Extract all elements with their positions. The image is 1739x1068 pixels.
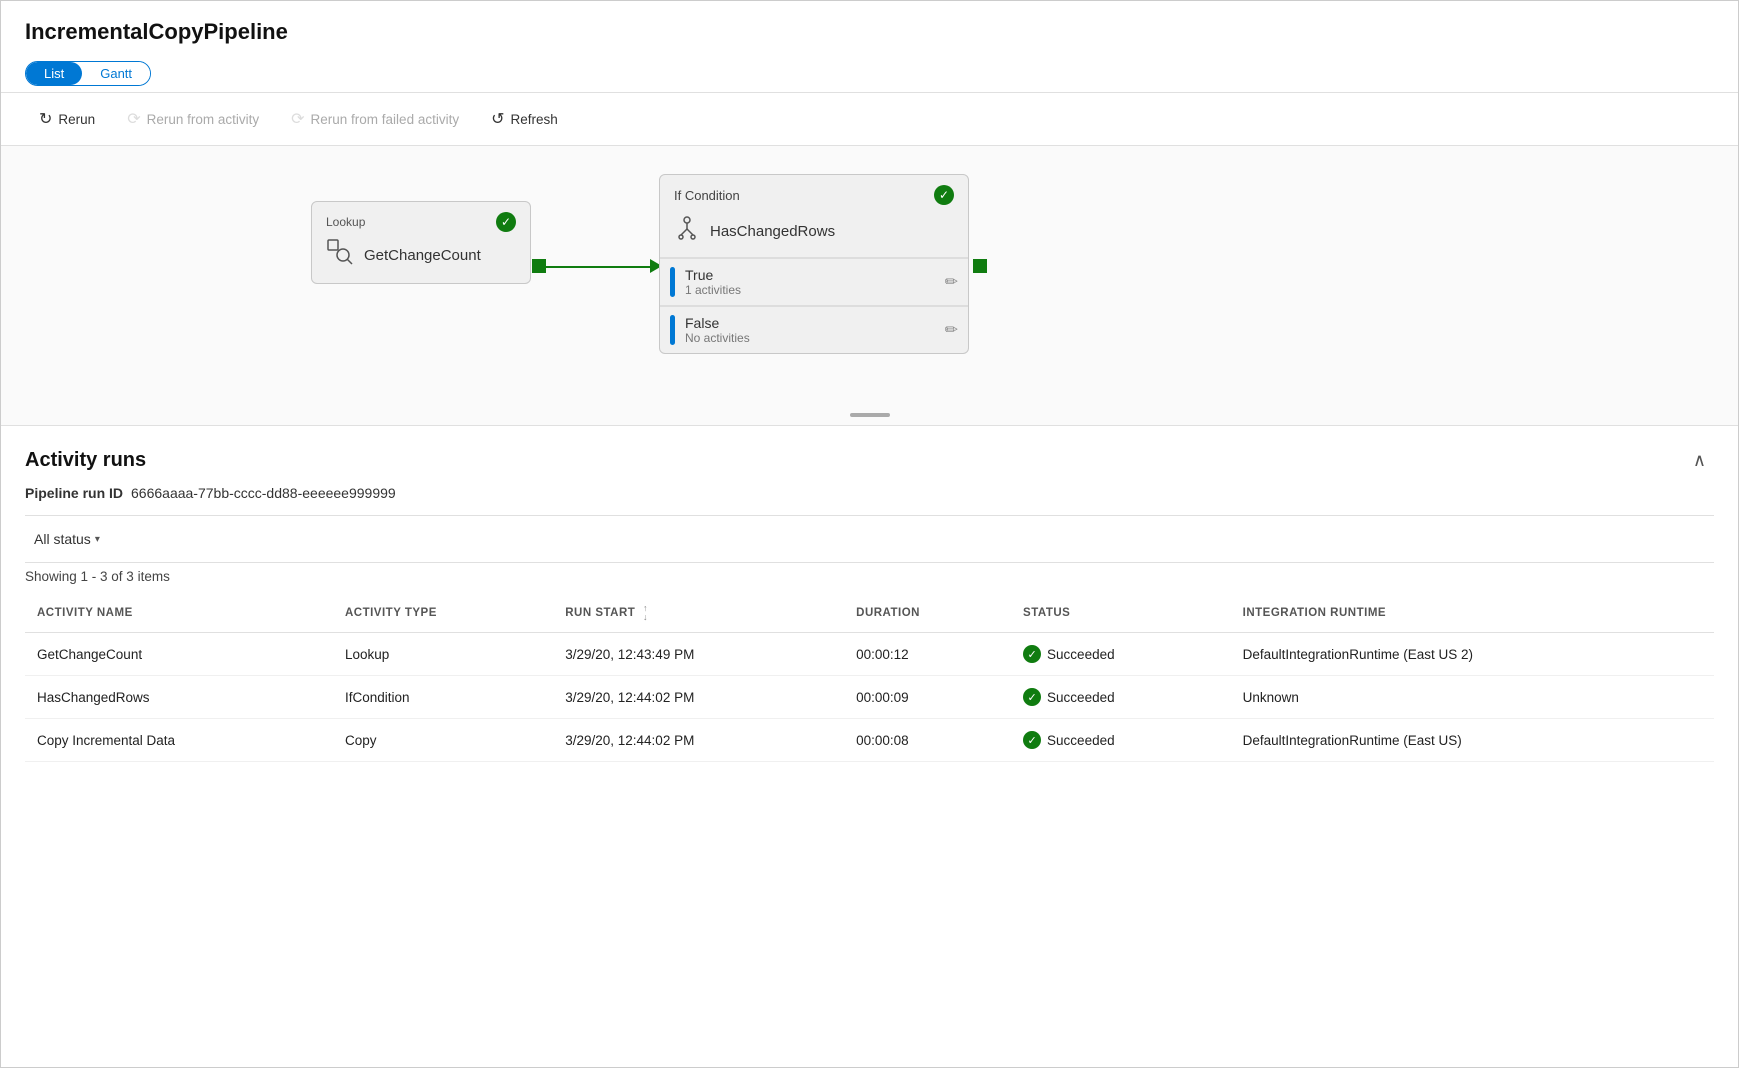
chevron-down-icon: ▾: [95, 534, 100, 545]
if-node-type: If Condition: [674, 188, 740, 203]
items-count: Showing 1 - 3 of 3 items: [25, 563, 1714, 594]
true-branch-content: True 1 activities: [685, 259, 935, 305]
rerun-label: Rerun: [58, 112, 95, 127]
col-integration-runtime: INTEGRATION RUNTIME: [1231, 594, 1714, 633]
col-status: STATUS: [1011, 594, 1231, 633]
cell-duration: 00:00:09: [844, 676, 1011, 719]
connector-left-square: [532, 259, 546, 273]
status-success-icon: ✓: [1023, 645, 1041, 663]
col-activity-type: ACTIVITY TYPE: [333, 594, 553, 633]
cell-runtime: DefaultIntegrationRuntime (East US 2): [1231, 633, 1714, 676]
lookup-success-badge: ✓: [496, 212, 516, 232]
lookup-node-type: Lookup: [326, 215, 365, 229]
if-node-name: HasChangedRows: [710, 223, 835, 240]
status-filter-dropdown[interactable]: All status ▾: [25, 526, 109, 552]
refresh-label: Refresh: [511, 112, 558, 127]
status-label: Succeeded: [1047, 690, 1115, 705]
refresh-icon: ↺: [491, 109, 504, 129]
list-toggle-btn[interactable]: List: [26, 62, 82, 85]
run-id-label: Pipeline run ID: [25, 485, 123, 501]
toolbar: ↻ Rerun ⟳ Rerun from activity ⟳ Rerun fr…: [1, 93, 1738, 146]
cell-runtime: DefaultIntegrationRuntime (East US): [1231, 719, 1714, 762]
sort-icon[interactable]: ↑↓: [643, 604, 648, 622]
if-node-title-row: HasChangedRows: [660, 211, 968, 257]
collapse-button[interactable]: ∧: [1685, 446, 1714, 475]
cell-status: ✓ Succeeded: [1011, 633, 1231, 676]
filter-bar: All status ▾: [25, 515, 1714, 563]
if-success-badge: ✓: [934, 185, 954, 205]
cell-activity-type: Copy: [333, 719, 553, 762]
cell-activity-name: Copy Incremental Data: [25, 719, 333, 762]
cell-status: ✓ Succeeded: [1011, 719, 1231, 762]
false-branch-activities: No activities: [685, 331, 935, 345]
true-branch-edit[interactable]: ✏: [935, 259, 968, 305]
rerun-from-label: Rerun from activity: [147, 112, 260, 127]
cell-activity-type: IfCondition: [333, 676, 553, 719]
rerun-from-failed-label: Rerun from failed activity: [311, 112, 460, 127]
rerun-icon: ↻: [39, 109, 52, 129]
status-success-icon: ✓: [1023, 688, 1041, 706]
false-branch-label: False: [685, 315, 935, 331]
rerun-from-activity-button[interactable]: ⟳ Rerun from activity: [113, 103, 273, 135]
cell-activity-type: Lookup: [333, 633, 553, 676]
rerun-from-icon: ⟳: [127, 109, 140, 129]
true-branch-edit-icon[interactable]: ✏: [945, 272, 958, 292]
lookup-node-body: GetChangeCount: [326, 238, 516, 273]
true-branch-bar: [670, 267, 675, 297]
col-activity-name: ACTIVITY NAME: [25, 594, 333, 633]
if-node-icon: [674, 215, 700, 247]
lookup-node-header: Lookup ✓: [326, 212, 516, 232]
false-branch-bar: [670, 315, 675, 345]
if-node-header: If Condition ✓: [660, 175, 968, 211]
status-label: Succeeded: [1047, 647, 1115, 662]
cell-run-start: 3/29/20, 12:43:49 PM: [553, 633, 844, 676]
lookup-node[interactable]: Lookup ✓ GetChangeCount: [311, 201, 531, 284]
cell-activity-name: HasChangedRows: [25, 676, 333, 719]
false-branch-row[interactable]: False No activities ✏: [660, 306, 968, 353]
refresh-button[interactable]: ↺ Refresh: [477, 103, 572, 135]
rerun-from-failed-icon: ⟳: [291, 109, 304, 129]
toggle-bar: List Gantt: [1, 55, 1738, 93]
rerun-from-failed-button[interactable]: ⟳ Rerun from failed activity: [277, 103, 473, 135]
lookup-node-icon: [326, 238, 354, 273]
false-branch-edit[interactable]: ✏: [935, 307, 968, 353]
col-run-start: RUN START ↑↓: [553, 594, 844, 633]
true-branch-label: True: [685, 267, 935, 283]
cell-status: ✓ Succeeded: [1011, 676, 1231, 719]
activity-runs-section: Activity runs ∧ Pipeline run ID 6666aaaa…: [1, 426, 1738, 762]
cell-duration: 00:00:08: [844, 719, 1011, 762]
if-condition-node[interactable]: If Condition ✓ HasChangedRows: [659, 174, 969, 354]
table-row[interactable]: GetChangeCount Lookup 3/29/20, 12:43:49 …: [25, 633, 1714, 676]
cell-run-start: 3/29/20, 12:44:02 PM: [553, 719, 844, 762]
table-header-row: ACTIVITY NAME ACTIVITY TYPE RUN START ↑↓…: [25, 594, 1714, 633]
cell-duration: 00:00:12: [844, 633, 1011, 676]
true-branch-row[interactable]: True 1 activities ✏: [660, 258, 968, 305]
status-label: Succeeded: [1047, 733, 1115, 748]
status-success-icon: ✓: [1023, 731, 1041, 749]
cell-activity-name: GetChangeCount: [25, 633, 333, 676]
run-id-row: Pipeline run ID 6666aaaa-77bb-cccc-dd88-…: [25, 485, 1714, 501]
status-filter-label: All status: [34, 531, 91, 547]
connector-right-square: [973, 259, 987, 273]
rerun-button[interactable]: ↻ Rerun: [25, 103, 109, 135]
section-header: Activity runs ∧: [25, 446, 1714, 475]
run-id-value: 6666aaaa-77bb-cccc-dd88-eeeeee999999: [131, 485, 396, 501]
section-title: Activity runs: [25, 449, 146, 472]
connector-line: [538, 266, 658, 268]
gantt-toggle-btn[interactable]: Gantt: [82, 62, 150, 85]
view-toggle[interactable]: List Gantt: [25, 61, 151, 86]
cell-run-start: 3/29/20, 12:44:02 PM: [553, 676, 844, 719]
col-duration: DURATION: [844, 594, 1011, 633]
table-row[interactable]: Copy Incremental Data Copy 3/29/20, 12:4…: [25, 719, 1714, 762]
false-branch-content: False No activities: [685, 307, 935, 353]
pipeline-canvas[interactable]: Lookup ✓ GetChangeCount: [1, 146, 1738, 426]
false-branch-edit-icon[interactable]: ✏: [945, 320, 958, 340]
table-row[interactable]: HasChangedRows IfCondition 3/29/20, 12:4…: [25, 676, 1714, 719]
lookup-node-name: GetChangeCount: [364, 247, 481, 264]
activity-table: ACTIVITY NAME ACTIVITY TYPE RUN START ↑↓…: [25, 594, 1714, 762]
scroll-indicator[interactable]: [850, 413, 890, 417]
page-title: IncrementalCopyPipeline: [1, 1, 1738, 55]
cell-runtime: Unknown: [1231, 676, 1714, 719]
true-branch-activities: 1 activities: [685, 283, 935, 297]
